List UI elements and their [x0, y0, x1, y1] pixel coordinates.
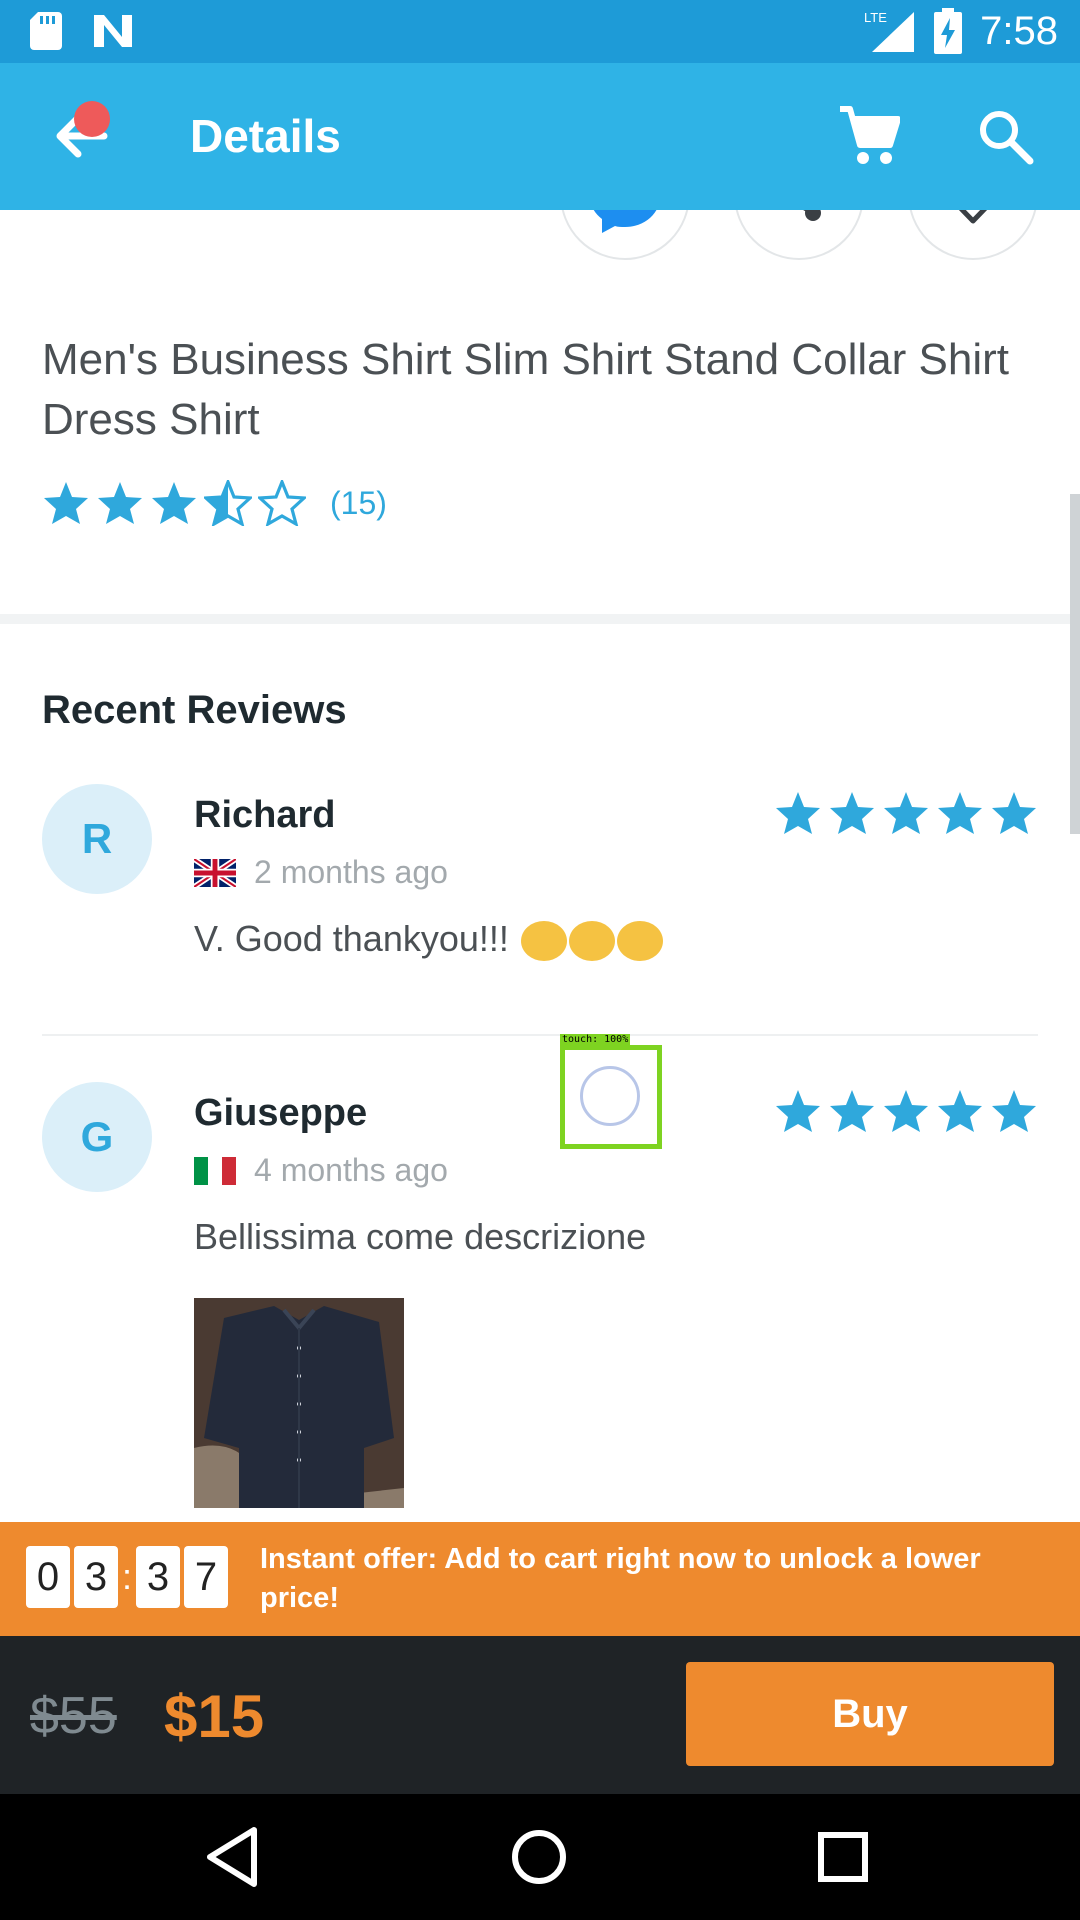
heart-icon	[958, 210, 988, 224]
avatar: G	[42, 1082, 152, 1192]
buy-button[interactable]: Buy	[686, 1662, 1054, 1766]
smiling-face-emoji-icon	[616, 921, 663, 962]
star-filled-icon	[44, 482, 88, 524]
review-count: (15)	[330, 484, 387, 521]
product-rating[interactable]: (15)	[42, 480, 387, 526]
italy-flag-icon	[194, 1156, 236, 1185]
touch-indicator-ring	[580, 1066, 640, 1126]
star-filled-icon	[776, 1090, 820, 1132]
share-actions	[560, 210, 1038, 260]
section-divider	[0, 614, 1080, 624]
star-empty-icon	[258, 480, 306, 526]
battery-charging-icon	[934, 8, 963, 54]
smiling-face-emoji-icon	[568, 921, 615, 962]
star-filled-icon	[98, 482, 142, 524]
messenger-share-button[interactable]	[560, 210, 690, 260]
review-text-row: V. Good thankyou!!!	[194, 918, 663, 962]
review-date: 4 months ago	[254, 1152, 448, 1188]
star-filled-icon	[152, 482, 196, 524]
original-price: $55	[30, 1687, 117, 1745]
review-stars	[774, 1088, 1038, 1134]
review-meta: 2 months ago	[194, 854, 448, 891]
review-text: Bellissima come descrizione	[194, 1216, 647, 1257]
uk-flag-icon	[194, 858, 236, 887]
timer-digit: 3	[74, 1546, 118, 1608]
search-icon[interactable]	[976, 107, 1034, 165]
star-filled-icon	[884, 1090, 928, 1132]
star-filled-icon	[830, 792, 874, 834]
timer-digit: 3	[136, 1546, 180, 1608]
offer-text: Instant offer: Add to cart right now to …	[260, 1543, 981, 1614]
smiling-face-emoji-icon	[520, 921, 567, 962]
nav-back-icon[interactable]	[202, 1824, 268, 1890]
review-stars	[774, 790, 1038, 836]
timer-colon: :	[122, 1556, 133, 1597]
product-title: Men's Business Shirt Slim Shirt Stand Co…	[42, 335, 1009, 444]
sale-price: $15	[164, 1683, 265, 1750]
star-filled-icon	[938, 792, 982, 834]
review-separator	[42, 1034, 1038, 1036]
messenger-icon	[593, 210, 657, 233]
wishlist-button[interactable]	[908, 210, 1038, 260]
notification-dot	[74, 101, 110, 137]
page-title: Details	[190, 110, 341, 162]
n-logo-icon	[94, 15, 132, 47]
star-filled-icon	[992, 1090, 1036, 1132]
review-meta: 4 months ago	[194, 1152, 448, 1189]
lte-signal-icon: LTE	[864, 10, 915, 52]
star-filled-icon	[830, 1090, 874, 1132]
share-button[interactable]	[734, 210, 864, 260]
review-text: V. Good thankyou!!!	[194, 918, 509, 959]
nav-home-icon[interactable]	[506, 1824, 572, 1890]
countdown-timer: 0 3 : 3 7	[26, 1546, 228, 1608]
recent-reviews-title: Recent Reviews	[42, 688, 347, 732]
review-photo[interactable]	[194, 1298, 404, 1508]
sd-card-icon	[30, 12, 62, 50]
shirt-photo-image	[194, 1298, 404, 1508]
touch-indicator-label: touch: 100%	[560, 1034, 631, 1045]
review-item: R Richard 2 months ago V. Good thankyou!…	[42, 784, 1038, 1036]
review-date: 2 months ago	[254, 854, 448, 890]
system-nav-bar	[0, 1794, 1080, 1920]
svg-text:LTE: LTE	[864, 10, 887, 25]
star-half-icon	[204, 480, 252, 526]
star-filled-icon	[776, 792, 820, 834]
timer-digit: 0	[26, 1546, 70, 1608]
star-filled-icon	[884, 792, 928, 834]
nav-recents-icon[interactable]	[810, 1824, 876, 1890]
instant-offer-banner[interactable]: 0 3 : 3 7 Instant offer: Add to cart rig…	[0, 1522, 1080, 1636]
product-details: Men's Business Shirt Slim Shirt Stand Co…	[0, 210, 1080, 1522]
scrollbar[interactable]	[1070, 494, 1080, 834]
timer-digit: 7	[184, 1546, 228, 1608]
status-time: 7:58	[980, 8, 1058, 53]
buy-bar: $55 $15 Buy	[0, 1636, 1080, 1794]
star-filled-icon	[992, 792, 1036, 834]
cart-icon[interactable]	[838, 105, 900, 167]
reviewer-name: Richard	[194, 794, 336, 836]
share-icon	[803, 210, 821, 221]
app-bar: Details	[0, 63, 1080, 210]
review-item: G Giuseppe 4 months ago Bellissima come …	[42, 1082, 1038, 1522]
star-filled-icon	[938, 1090, 982, 1132]
reviewer-name: Giuseppe	[194, 1092, 368, 1134]
status-bar: LTE 7:58	[0, 0, 1080, 63]
avatar: R	[42, 784, 152, 894]
